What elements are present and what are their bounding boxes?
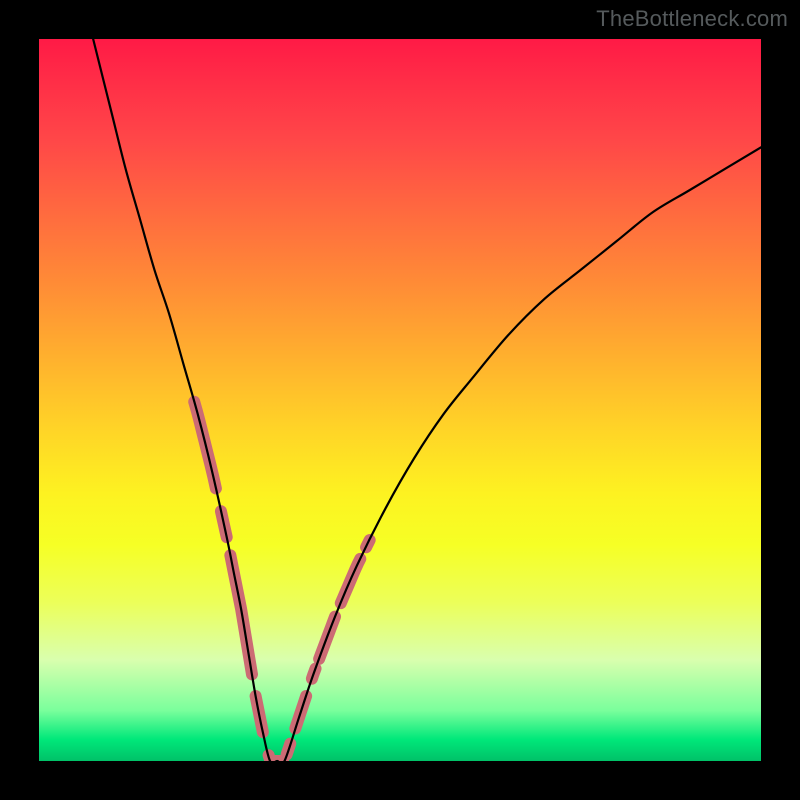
- highlight-dots: [194, 402, 369, 761]
- chart-frame: TheBottleneck.com: [0, 0, 800, 800]
- watermark-text: TheBottleneck.com: [596, 6, 788, 32]
- curve-svg: [39, 39, 761, 761]
- plot-area: [39, 39, 761, 761]
- bottleneck-curve: [93, 39, 761, 761]
